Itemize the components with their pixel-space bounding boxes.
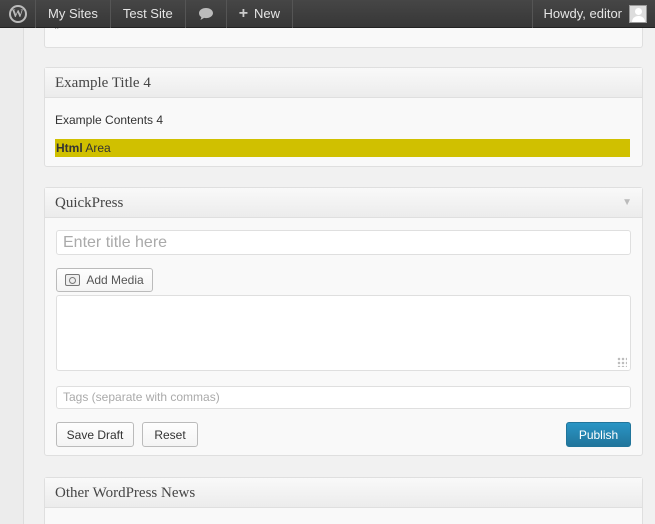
- post-content-textarea[interactable]: [56, 295, 631, 371]
- my-sites-label: My Sites: [48, 6, 98, 21]
- comments-menu[interactable]: [186, 0, 227, 28]
- greeting-label: Howdy, editor: [543, 6, 622, 21]
- widget-title[interactable]: Other WordPress News: [45, 478, 642, 508]
- admin-sidebar: [0, 28, 24, 524]
- site-name-menu[interactable]: Test Site: [111, 0, 186, 28]
- publish-button[interactable]: Publish: [566, 422, 631, 447]
- widget-title[interactable]: QuickPress ▼: [45, 188, 642, 218]
- html-area: Html Area: [55, 139, 630, 157]
- widget-title[interactable]: Example Title 4: [45, 68, 642, 98]
- wordpress-logo-icon: W: [8, 4, 27, 23]
- html-area-text: Area: [82, 141, 111, 155]
- reset-button[interactable]: Reset: [142, 422, 198, 447]
- plus-icon: +: [238, 4, 249, 22]
- previous-widget-bottom: ¨: [44, 26, 643, 48]
- my-sites-menu[interactable]: My Sites: [36, 0, 111, 28]
- html-area-bold: Html: [56, 141, 83, 155]
- new-label: New: [254, 6, 281, 21]
- resize-grip-icon[interactable]: [617, 357, 627, 367]
- post-title-input[interactable]: Enter title here: [56, 230, 631, 255]
- wordpress-news-widget: Other WordPress News: [44, 477, 643, 524]
- account-menu[interactable]: Howdy, editor: [532, 0, 655, 28]
- save-draft-button[interactable]: Save Draft: [56, 422, 134, 447]
- avatar: [629, 4, 647, 23]
- add-media-button[interactable]: Add Media: [56, 268, 153, 292]
- tags-input[interactable]: Tags (separate with commas): [56, 386, 631, 409]
- wordpress-menu[interactable]: W: [0, 0, 36, 28]
- site-name-label: Test Site: [122, 6, 173, 21]
- widget-contents: Example Contents 4: [55, 113, 164, 127]
- admin-bar: W My Sites Test Site + New Howdy, editor: [0, 0, 655, 28]
- example-widget-4: Example Title 4 Example Contents 4 Html …: [44, 67, 643, 167]
- comment-bubble-icon: [198, 7, 213, 20]
- camera-icon: [65, 274, 81, 286]
- collapse-arrow-icon[interactable]: ▼: [622, 188, 632, 218]
- new-content-menu[interactable]: + New: [227, 0, 294, 28]
- quickpress-title: QuickPress: [55, 195, 124, 211]
- add-media-label: Add Media: [86, 273, 144, 287]
- quickpress-widget: QuickPress ▼ Enter title here Add Media T…: [44, 187, 643, 456]
